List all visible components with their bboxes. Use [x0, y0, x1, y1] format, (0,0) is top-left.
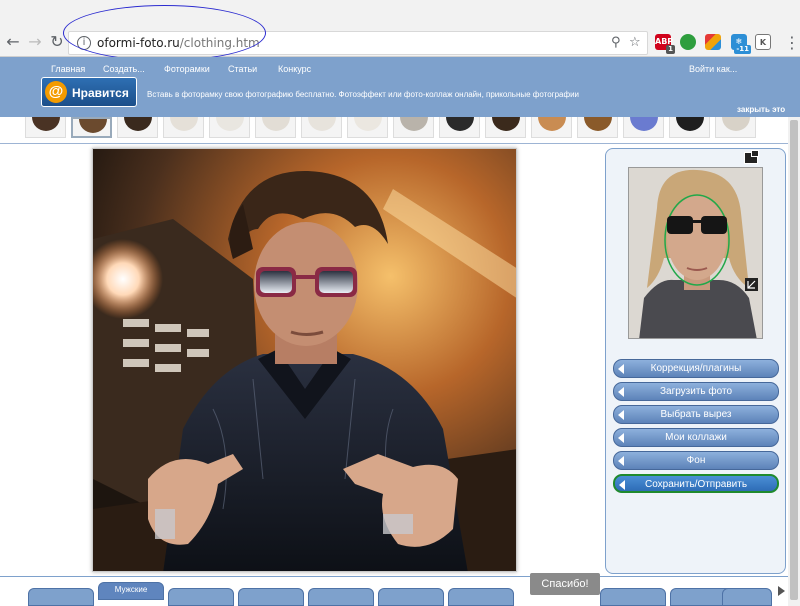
- correction-plugins-label: Коррекция/плагины: [650, 363, 742, 374]
- forward-icon[interactable]: →: [26, 33, 44, 51]
- thumbnail[interactable]: [623, 117, 664, 138]
- thumbnail[interactable]: [117, 117, 158, 138]
- collage-canvas[interactable]: [92, 148, 517, 572]
- my-collages-label: Мои коллажи: [665, 432, 727, 443]
- url-path: /clothing.htm: [179, 36, 260, 50]
- abp-icon[interactable]: ABP 1: [655, 34, 675, 54]
- thumbnail[interactable]: [209, 117, 250, 138]
- my-collages-button[interactable]: Мои коллажи: [613, 428, 779, 447]
- thumbnail[interactable]: [669, 117, 710, 138]
- bookmark-star-icon[interactable]: ☆: [629, 35, 641, 50]
- source-photo-preview[interactable]: [628, 167, 763, 339]
- category-tab[interactable]: [168, 588, 234, 606]
- expand-icon[interactable]: [744, 150, 759, 164]
- save-send-label: Сохранить/Отправить: [644, 479, 748, 490]
- arrow-left-icon: [618, 387, 624, 397]
- arrow-left-icon: [618, 410, 624, 420]
- green-extension-icon[interactable]: [680, 34, 696, 50]
- page-scrollbar-thumb[interactable]: [790, 120, 798, 600]
- thumbnail[interactable]: [393, 117, 434, 138]
- correction-plugins-button[interactable]: Коррекция/плагины: [613, 359, 779, 378]
- thumbnail[interactable]: [577, 117, 618, 138]
- source-photo: [629, 168, 762, 338]
- nav-contest[interactable]: Конкурс: [278, 64, 311, 74]
- thumbnail[interactable]: [163, 117, 204, 138]
- nav-home[interactable]: Главная: [51, 64, 85, 74]
- browser-toolbar: ← → ↻ i oformi-foto.ru/clothing.htm ⚲ ☆ …: [0, 0, 800, 57]
- category-tab[interactable]: [600, 588, 666, 606]
- background-button[interactable]: Фон: [613, 451, 779, 470]
- background-label: Фон: [686, 455, 706, 466]
- upload-photo-label: Загрузить фото: [659, 386, 733, 397]
- site-info-icon[interactable]: i: [77, 36, 91, 50]
- arrow-left-icon: [618, 433, 624, 443]
- like-button-label: Нравится: [72, 86, 129, 100]
- arrow-left-icon: [618, 456, 624, 466]
- close-link[interactable]: закрыть это: [737, 105, 785, 114]
- nav-articles[interactable]: Статьи: [228, 64, 257, 74]
- category-tab[interactable]: [238, 588, 304, 606]
- thumbnail[interactable]: [485, 117, 526, 138]
- choose-cutout-button[interactable]: Выбрать вырез: [613, 405, 779, 424]
- upload-photo-button[interactable]: Загрузить фото: [613, 382, 779, 401]
- back-icon[interactable]: ←: [4, 33, 22, 51]
- arrow-left-icon: [619, 480, 625, 490]
- k-extension-label: K: [759, 38, 767, 47]
- arrow-left-icon: [618, 364, 624, 374]
- nav-create[interactable]: Создать...: [103, 64, 145, 74]
- category-tab-men[interactable]: Мужские: [98, 582, 164, 600]
- thanks-button[interactable]: Спасибо!: [530, 573, 600, 595]
- thumbnail[interactable]: [301, 117, 342, 138]
- weather-extension-icon[interactable]: ❄ -11: [731, 34, 751, 54]
- thumbnail[interactable]: [439, 117, 480, 138]
- choose-cutout-label: Выбрать вырез: [660, 409, 732, 420]
- category-tab[interactable]: [28, 588, 94, 606]
- like-button[interactable]: @ Нравится: [41, 77, 137, 107]
- nav-frames[interactable]: Фоторамки: [164, 64, 210, 74]
- category-tab[interactable]: [308, 588, 374, 606]
- colorful-extension-icon[interactable]: [705, 34, 721, 50]
- thumbnail[interactable]: [25, 117, 66, 138]
- thumbnail[interactable]: [347, 117, 388, 138]
- k-extension-icon[interactable]: K: [755, 34, 771, 50]
- category-tab[interactable]: [448, 588, 514, 606]
- category-tab[interactable]: [722, 588, 772, 606]
- thumbnail[interactable]: [531, 117, 572, 138]
- url-text: oformi-foto.ru/clothing.htm: [97, 36, 260, 50]
- address-bar[interactable]: i oformi-foto.ru/clothing.htm ⚲ ☆: [68, 31, 648, 55]
- category-tab-men-label: Мужские: [114, 585, 148, 594]
- abp-badge: 1: [666, 45, 675, 54]
- save-send-button[interactable]: Сохранить/Отправить: [613, 474, 779, 493]
- collage-image: [93, 149, 516, 571]
- zoom-icon[interactable]: ⚲: [611, 35, 621, 50]
- category-tab[interactable]: [378, 588, 444, 606]
- thumbnail[interactable]: [715, 117, 756, 138]
- login-link[interactable]: Войти как...: [689, 64, 737, 74]
- weather-badge: -11: [734, 45, 751, 54]
- reload-icon[interactable]: ↻: [48, 33, 66, 51]
- mail-at-icon: @: [45, 81, 67, 103]
- url-host: oformi-foto.ru: [97, 36, 180, 50]
- browser-menu-icon[interactable]: ⋮: [784, 33, 800, 52]
- thumbnail[interactable]: [255, 117, 296, 138]
- thumbnail-selected[interactable]: [71, 117, 112, 138]
- scroll-right-icon[interactable]: [778, 586, 785, 596]
- hairstyle-thumbnail-strip: [0, 117, 800, 144]
- site-tagline: Вставь в фоторамку свою фотографию беспл…: [147, 90, 580, 99]
